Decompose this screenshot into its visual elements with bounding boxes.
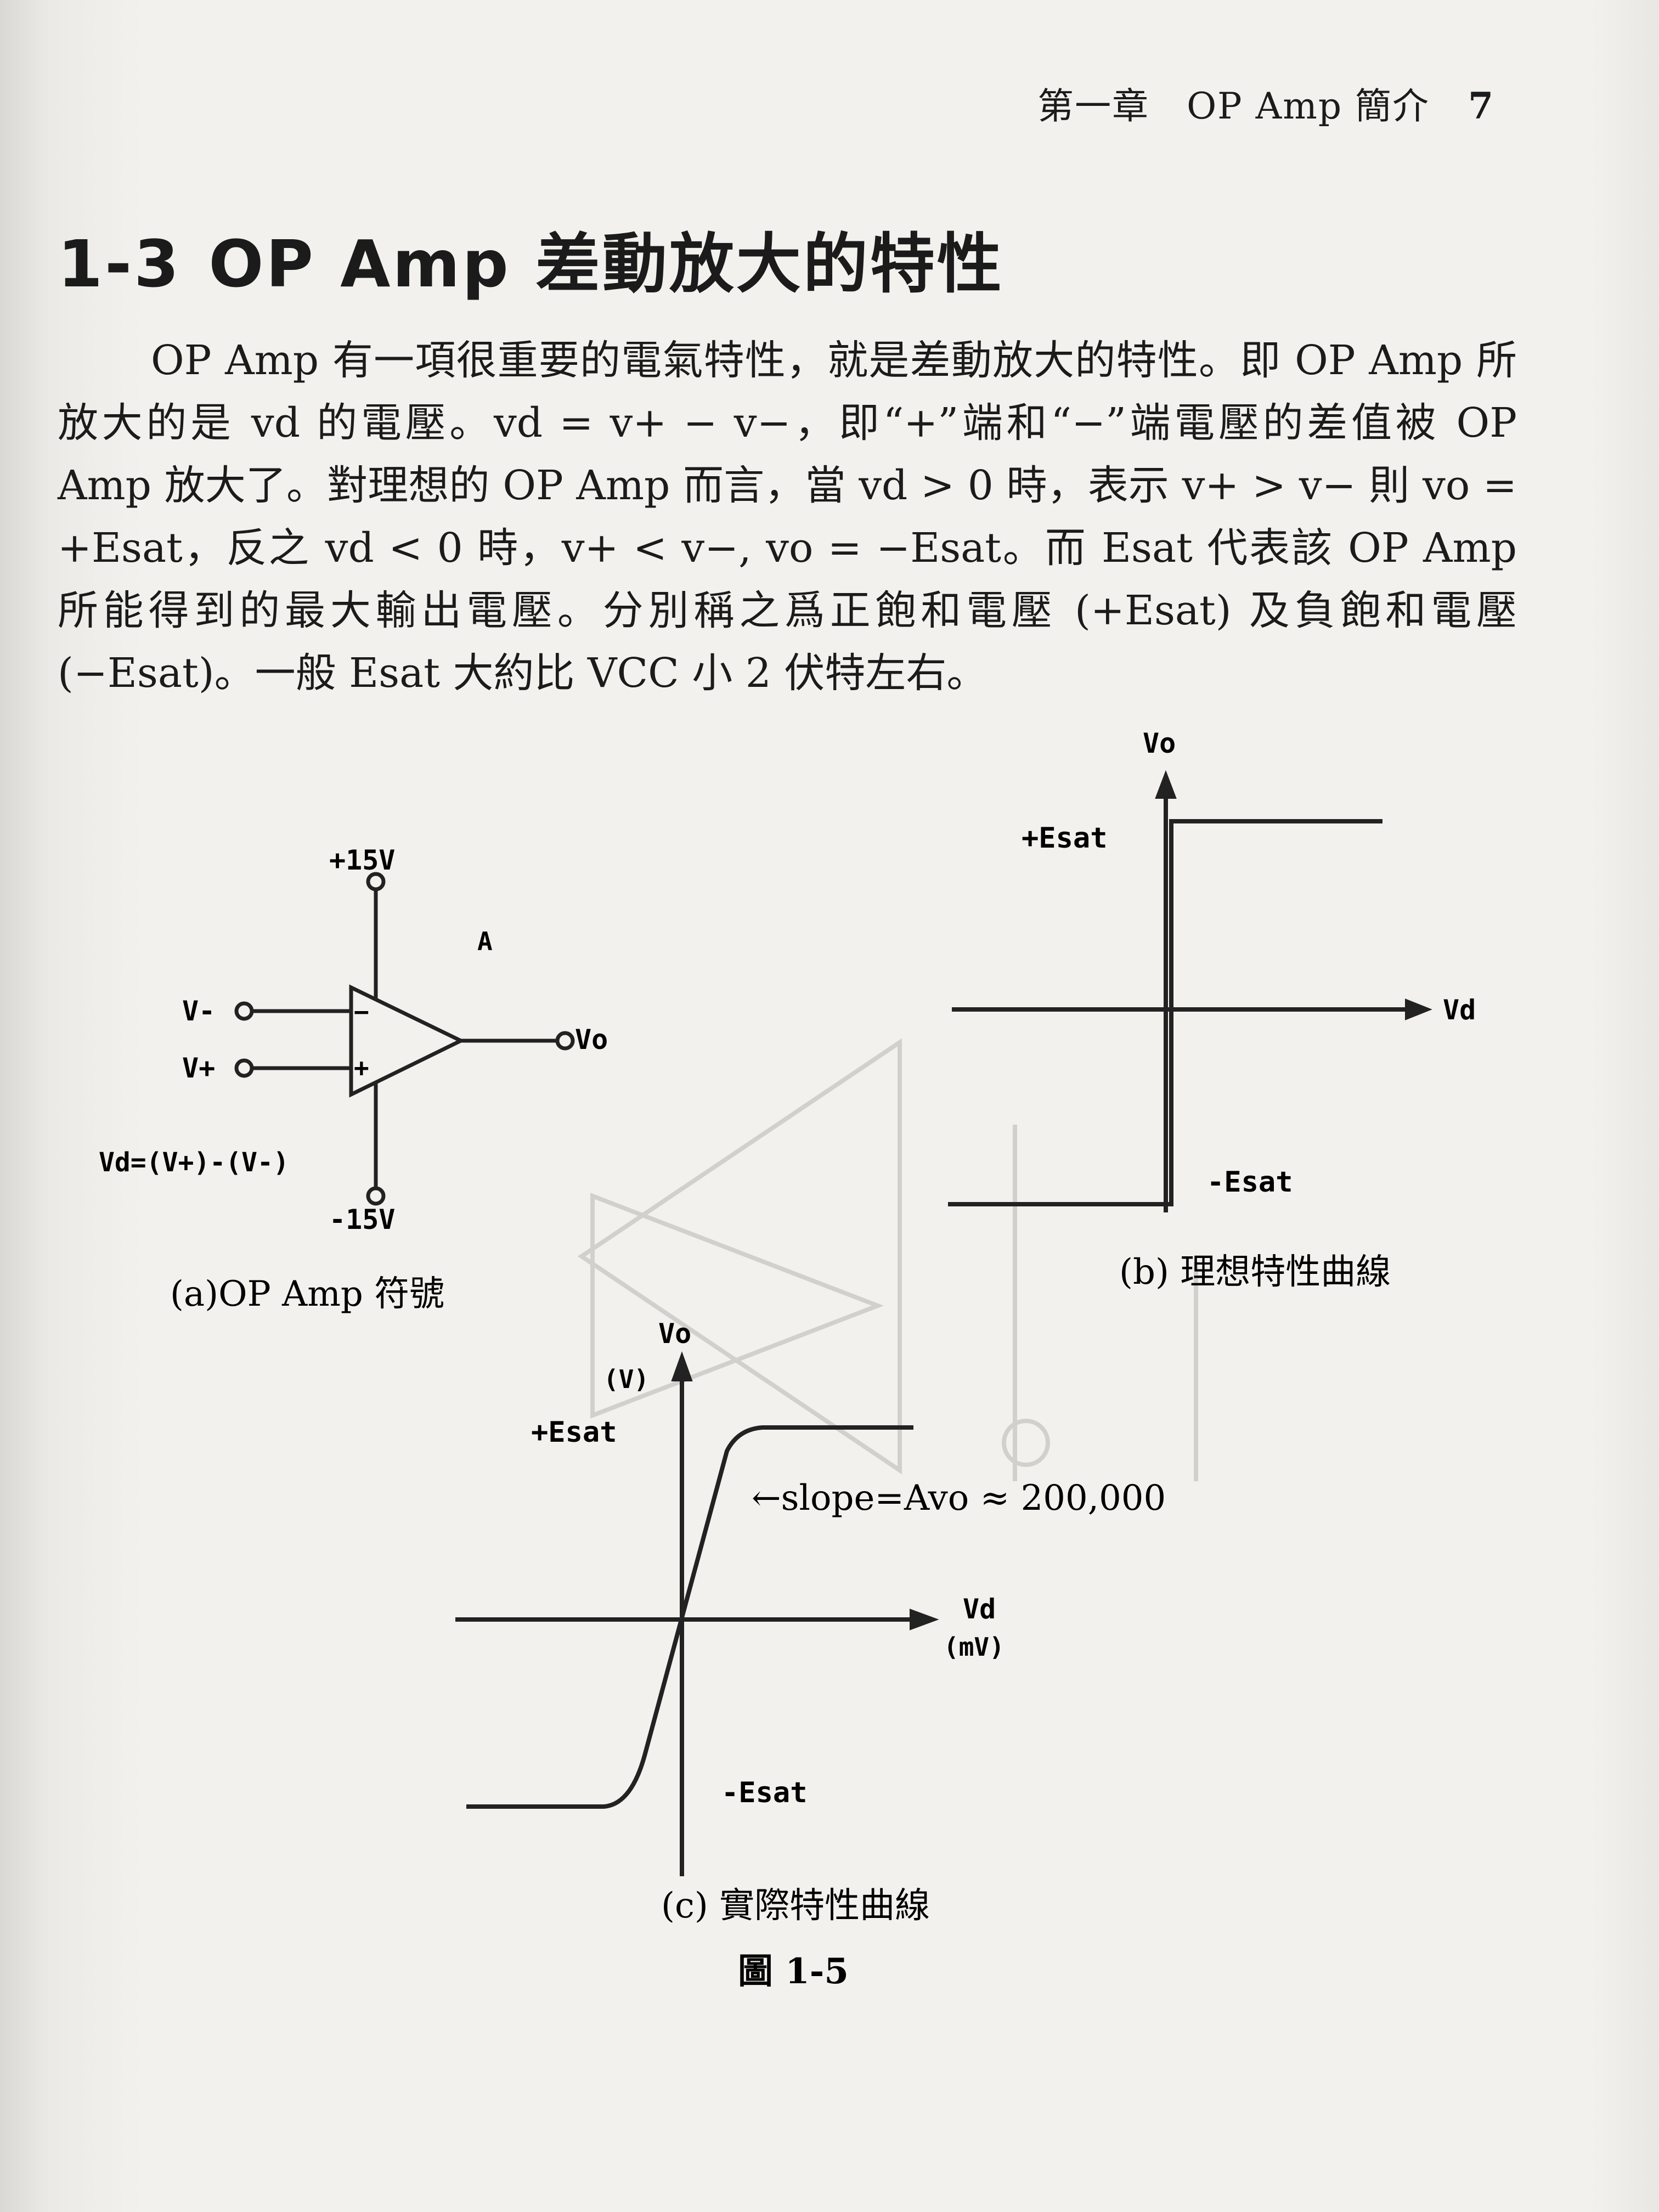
- supply-pos-label: +15V: [329, 844, 395, 876]
- ideal-pos-sat-label: +Esat: [1022, 822, 1108, 855]
- input-neg-label: V-: [182, 995, 215, 1027]
- caption-c: (c) 實際特性曲線: [661, 1886, 930, 1926]
- terminal-input-neg: [234, 1001, 254, 1021]
- ideal-y-arrow: [1155, 770, 1177, 799]
- vd-equation: Vd=(V+)-(V-): [99, 1147, 289, 1178]
- actual-x-label: Vd: [963, 1593, 996, 1625]
- ideal-x-arrow: [1405, 998, 1432, 1020]
- actual-y-arrow: [671, 1351, 693, 1381]
- actual-curve-graph: [455, 1351, 939, 1876]
- terminal-supply-pos: [366, 872, 386, 891]
- ideal-x-label: Vd: [1443, 994, 1476, 1026]
- terminal-input-pos: [234, 1058, 254, 1078]
- ideal-neg-sat-label: -Esat: [1207, 1166, 1293, 1199]
- caption-a: (a)OP Amp 符號: [170, 1274, 444, 1314]
- book-page: 第一章 OP Amp 簡介 7 1-3 OP Amp 差動放大的特性 OP Amp …: [0, 0, 1659, 2212]
- output-label: Vo: [575, 1024, 608, 1056]
- actual-x-arrow: [910, 1609, 939, 1630]
- ideal-curve-graph: [948, 770, 1432, 1212]
- actual-pos-sat-label: +Esat: [531, 1416, 617, 1449]
- actual-y-label: Vo: [658, 1318, 691, 1350]
- actual-y-unit: (V): [603, 1364, 649, 1394]
- input-pos-label: V+: [182, 1052, 215, 1084]
- terminal-supply-neg: [366, 1186, 386, 1206]
- amp-label: A: [477, 927, 493, 956]
- actual-neg-sat-label: -Esat: [721, 1776, 808, 1809]
- ideal-y-label: Vo: [1143, 727, 1176, 759]
- actual-x-unit: (mV): [944, 1632, 1005, 1662]
- plus-sign: +: [354, 1053, 369, 1082]
- slope-annotation: ←slope=Avo ≈ 200,000: [752, 1478, 1166, 1519]
- figure-number: 圖 1-5: [738, 1951, 849, 1992]
- minus-sign: −: [354, 997, 369, 1026]
- terminal-output: [555, 1031, 575, 1051]
- supply-neg-label: -15V: [329, 1204, 395, 1235]
- caption-b: (b) 理想特性曲線: [1119, 1252, 1391, 1293]
- figure-1-5: +15V A V- V+ − + Vo Vd=(V+)-(V-) -15V (a…: [99, 727, 1476, 1992]
